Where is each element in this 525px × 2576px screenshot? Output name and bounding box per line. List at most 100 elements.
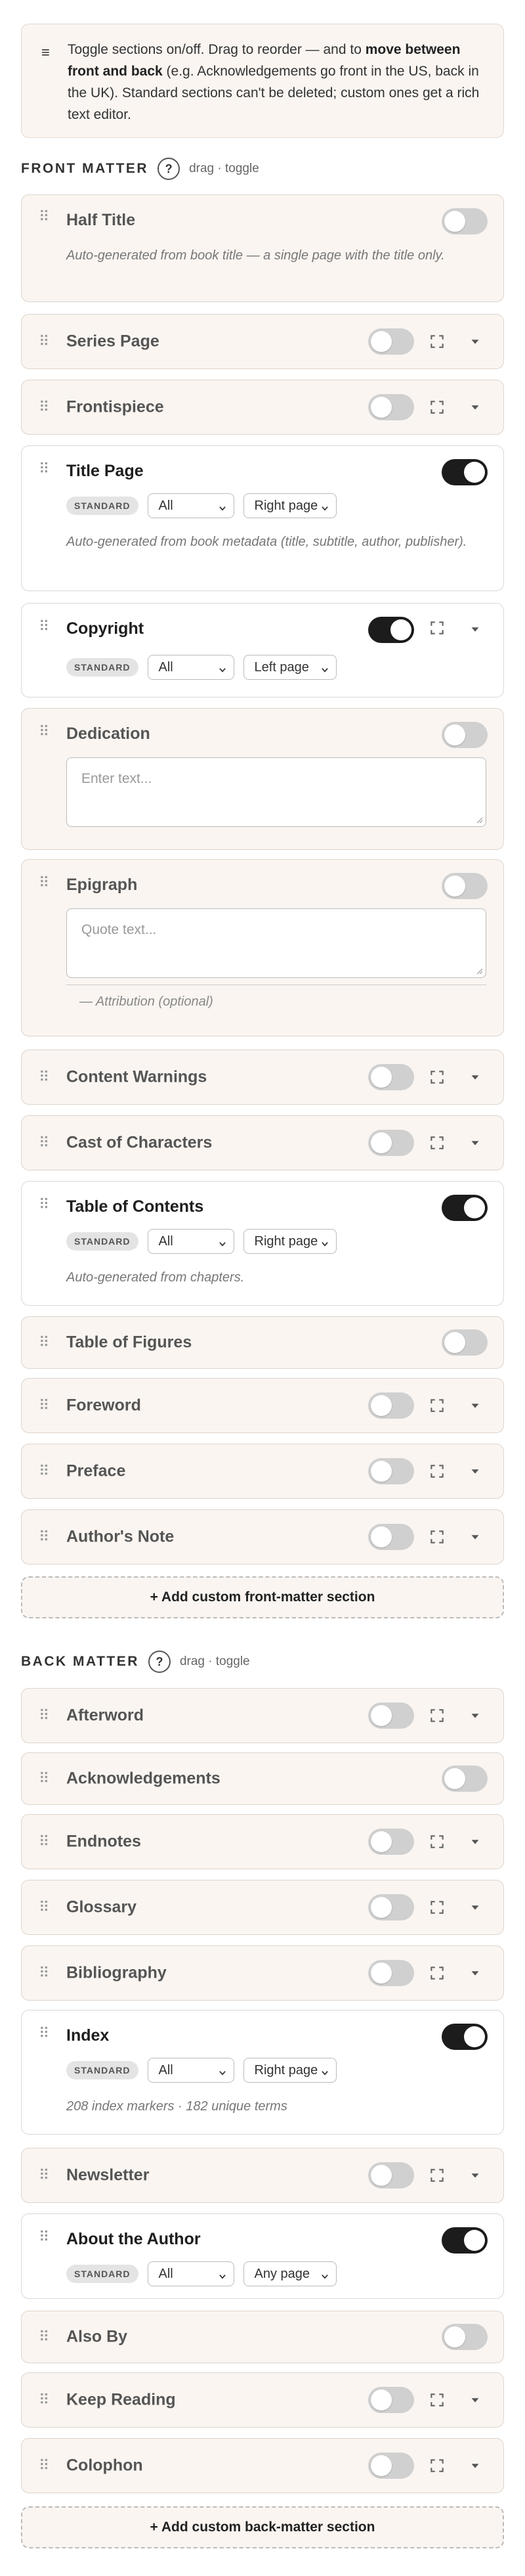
expand-icon[interactable] (429, 2391, 446, 2409)
scope-select[interactable]: All (147, 2058, 234, 2083)
section-toggle[interactable] (368, 1130, 414, 1156)
section-toggle[interactable] (442, 722, 488, 748)
drag-handle-icon[interactable]: ⠿ (39, 210, 49, 224)
resize-grip-icon[interactable] (475, 967, 483, 975)
section-toggle[interactable] (368, 2453, 414, 2479)
chevron-down-icon[interactable] (468, 1900, 482, 1915)
drag-handle-icon[interactable]: ⠿ (39, 2330, 49, 2344)
chevron-down-icon[interactable] (468, 1966, 482, 1980)
expand-icon[interactable] (429, 1528, 446, 1545)
section-toggle[interactable] (368, 617, 414, 643)
section-frontispiece[interactable]: ⠿ Frontispiece (21, 380, 504, 435)
drag-handle-icon[interactable]: ⠿ (39, 462, 49, 476)
section-keep-reading[interactable]: ⠿ Keep Reading (21, 2372, 504, 2428)
scope-select[interactable]: All (147, 655, 234, 680)
chevron-down-icon[interactable] (468, 1708, 482, 1723)
section-toggle[interactable] (368, 1064, 414, 1090)
section-title-page[interactable]: ⠿ Title Page STANDARD All Right page Aut… (21, 445, 504, 591)
section-afterword[interactable]: ⠿ Afterword (21, 1688, 504, 1743)
drag-handle-icon[interactable]: ⠿ (39, 1966, 49, 1980)
section-toggle[interactable] (442, 873, 488, 899)
section-table-of-contents[interactable]: ⠿ Table of Contents STANDARD All Right p… (21, 1181, 504, 1306)
expand-icon[interactable] (429, 1463, 446, 1480)
drag-handle-icon[interactable]: ⠿ (39, 1530, 49, 1544)
chevron-down-icon[interactable] (468, 1070, 482, 1084)
scope-select[interactable]: All (147, 2261, 234, 2286)
drag-handle-icon[interactable]: ⠿ (39, 1070, 49, 1084)
expand-icon[interactable] (429, 2457, 446, 2474)
drag-handle-icon[interactable]: ⠿ (39, 1708, 49, 1723)
drag-handle-icon[interactable]: ⠿ (39, 1900, 49, 1915)
section-toggle[interactable] (442, 1195, 488, 1221)
section-toggle[interactable] (368, 1702, 414, 1729)
section-toggle[interactable] (442, 459, 488, 485)
drag-handle-icon[interactable]: ⠿ (39, 400, 49, 414)
section-also-by[interactable]: ⠿ Also By (21, 2311, 504, 2363)
section-toggle[interactable] (368, 1960, 414, 1986)
section-dedication[interactable]: ⠿ Dedication Enter text... (21, 708, 504, 850)
chevron-down-icon[interactable] (468, 334, 482, 349)
section-toggle[interactable] (442, 2024, 488, 2050)
drag-handle-icon[interactable]: ⠿ (39, 1834, 49, 1849)
section-toggle[interactable] (368, 1392, 414, 1419)
chevron-down-icon[interactable] (468, 1530, 482, 1544)
section-toggle[interactable] (442, 2227, 488, 2254)
page-side-select[interactable]: Right page (243, 493, 337, 518)
expand-icon[interactable] (429, 1069, 446, 1086)
scope-select[interactable]: All (147, 1229, 234, 1254)
expand-icon[interactable] (429, 399, 446, 416)
section-toggle[interactable] (442, 1765, 488, 1792)
expand-icon[interactable] (429, 1965, 446, 1982)
help-icon[interactable]: ? (148, 1651, 171, 1673)
scope-select[interactable]: All (147, 493, 234, 518)
add-back-matter-button[interactable]: + Add custom back-matter section (21, 2506, 504, 2548)
section-colophon[interactable]: ⠿ Colophon (21, 2438, 504, 2493)
section-authors-note[interactable]: ⠿ Author's Note (21, 1509, 504, 1565)
resize-grip-icon[interactable] (475, 816, 483, 824)
section-table-of-figures[interactable]: ⠿ Table of Figures (21, 1316, 504, 1369)
expand-icon[interactable] (429, 619, 446, 636)
section-about-the-author[interactable]: ⠿ About the Author STANDARD All Any page (21, 2213, 504, 2299)
drag-handle-icon[interactable]: ⠿ (39, 2168, 49, 2183)
chevron-down-icon[interactable] (468, 1398, 482, 1413)
section-copyright[interactable]: ⠿ Copyright STANDARD All Left page (21, 603, 504, 698)
section-toggle[interactable] (368, 328, 414, 355)
drag-handle-icon[interactable]: ⠿ (39, 724, 49, 739)
section-preface[interactable]: ⠿ Preface (21, 1444, 504, 1499)
expand-icon[interactable] (429, 1707, 446, 1724)
section-foreword[interactable]: ⠿ Foreword (21, 1378, 504, 1433)
drag-handle-icon[interactable]: ⠿ (39, 334, 49, 349)
dedication-textarea[interactable]: Enter text... (66, 757, 486, 827)
section-toggle[interactable] (368, 2162, 414, 2188)
add-front-matter-button[interactable]: + Add custom front-matter section (21, 1576, 504, 1618)
expand-icon[interactable] (429, 1134, 446, 1151)
section-content-warnings[interactable]: ⠿ Content Warnings (21, 1050, 504, 1105)
page-side-select[interactable]: Right page (243, 2058, 337, 2083)
expand-icon[interactable] (429, 2167, 446, 2184)
chevron-down-icon[interactable] (468, 2458, 482, 2473)
section-toggle[interactable] (368, 2387, 414, 2413)
page-side-select[interactable]: Left page (243, 655, 337, 680)
chevron-down-icon[interactable] (468, 2168, 482, 2183)
drag-handle-icon[interactable]: ⠿ (39, 1197, 49, 1212)
page-side-select[interactable]: Right page (243, 1229, 337, 1254)
drag-handle-icon[interactable]: ⠿ (39, 1136, 49, 1150)
drag-handle-icon[interactable]: ⠿ (39, 876, 49, 890)
section-half-title[interactable]: ⠿ Half Title Auto-generated from book ti… (21, 194, 504, 302)
expand-icon[interactable] (429, 1833, 446, 1850)
section-index[interactable]: ⠿ Index STANDARD All Right page 208 inde… (21, 2010, 504, 2135)
drag-handle-icon[interactable]: ⠿ (39, 2458, 49, 2473)
chevron-down-icon[interactable] (468, 1136, 482, 1150)
section-toggle[interactable] (442, 1329, 488, 1356)
quote-textarea[interactable]: Quote text... (66, 908, 486, 978)
section-glossary[interactable]: ⠿ Glossary (21, 1880, 504, 1935)
page-side-select[interactable]: Any page (243, 2261, 337, 2286)
section-toggle[interactable] (442, 2324, 488, 2350)
section-epigraph[interactable]: ⠿ Epigraph Quote text... — Attribution (… (21, 859, 504, 1036)
drag-handle-icon[interactable]: ⠿ (39, 619, 49, 634)
section-endnotes[interactable]: ⠿ Endnotes (21, 1814, 504, 1869)
section-series-page[interactable]: ⠿ Series Page (21, 314, 504, 369)
chevron-down-icon[interactable] (468, 400, 482, 414)
drag-handle-icon[interactable]: ⠿ (39, 1335, 49, 1350)
section-toggle[interactable] (368, 1894, 414, 1921)
